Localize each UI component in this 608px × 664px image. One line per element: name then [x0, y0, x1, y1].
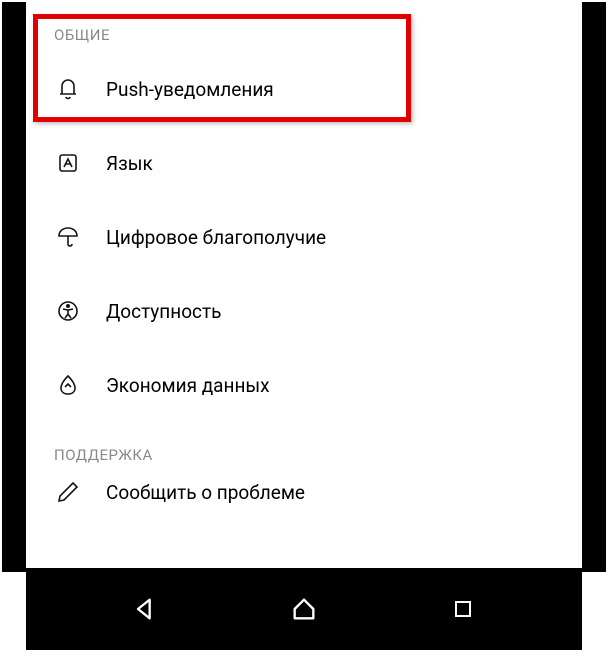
settings-content: ОБЩИЕ Push-уведомления Язык [26, 2, 582, 572]
menu-label: Сообщить о проблеме [106, 481, 305, 504]
language-icon [54, 149, 82, 177]
android-nav-bar [26, 568, 582, 650]
section-header-general: ОБЩИЕ [26, 2, 582, 52]
menu-label: Экономия данных [106, 374, 270, 397]
device-frame-left [2, 2, 26, 572]
menu-label: Цифровое благополучие [106, 226, 326, 249]
bell-icon [54, 75, 82, 103]
accessibility-icon [54, 297, 82, 325]
menu-label: Доступность [106, 300, 221, 323]
nav-home-button[interactable] [274, 579, 334, 639]
menu-item-report-problem[interactable]: Сообщить о проблеме [26, 472, 582, 512]
section-header-support: ПОДДЕРЖКА [26, 422, 582, 472]
menu-item-digital-wellbeing[interactable]: Цифровое благополучие [26, 200, 582, 274]
edit-icon [54, 478, 82, 506]
menu-label: Push-уведомления [106, 78, 274, 101]
menu-item-accessibility[interactable]: Доступность [26, 274, 582, 348]
data-saver-icon [54, 371, 82, 399]
menu-item-language[interactable]: Язык [26, 126, 582, 200]
nav-recent-button[interactable] [433, 579, 493, 639]
menu-item-data-saver[interactable]: Экономия данных [26, 348, 582, 422]
umbrella-icon [54, 223, 82, 251]
device-frame-right [582, 2, 606, 572]
nav-back-button[interactable] [115, 579, 175, 639]
menu-label: Язык [106, 152, 153, 175]
menu-item-push-notifications[interactable]: Push-уведомления [26, 52, 582, 126]
